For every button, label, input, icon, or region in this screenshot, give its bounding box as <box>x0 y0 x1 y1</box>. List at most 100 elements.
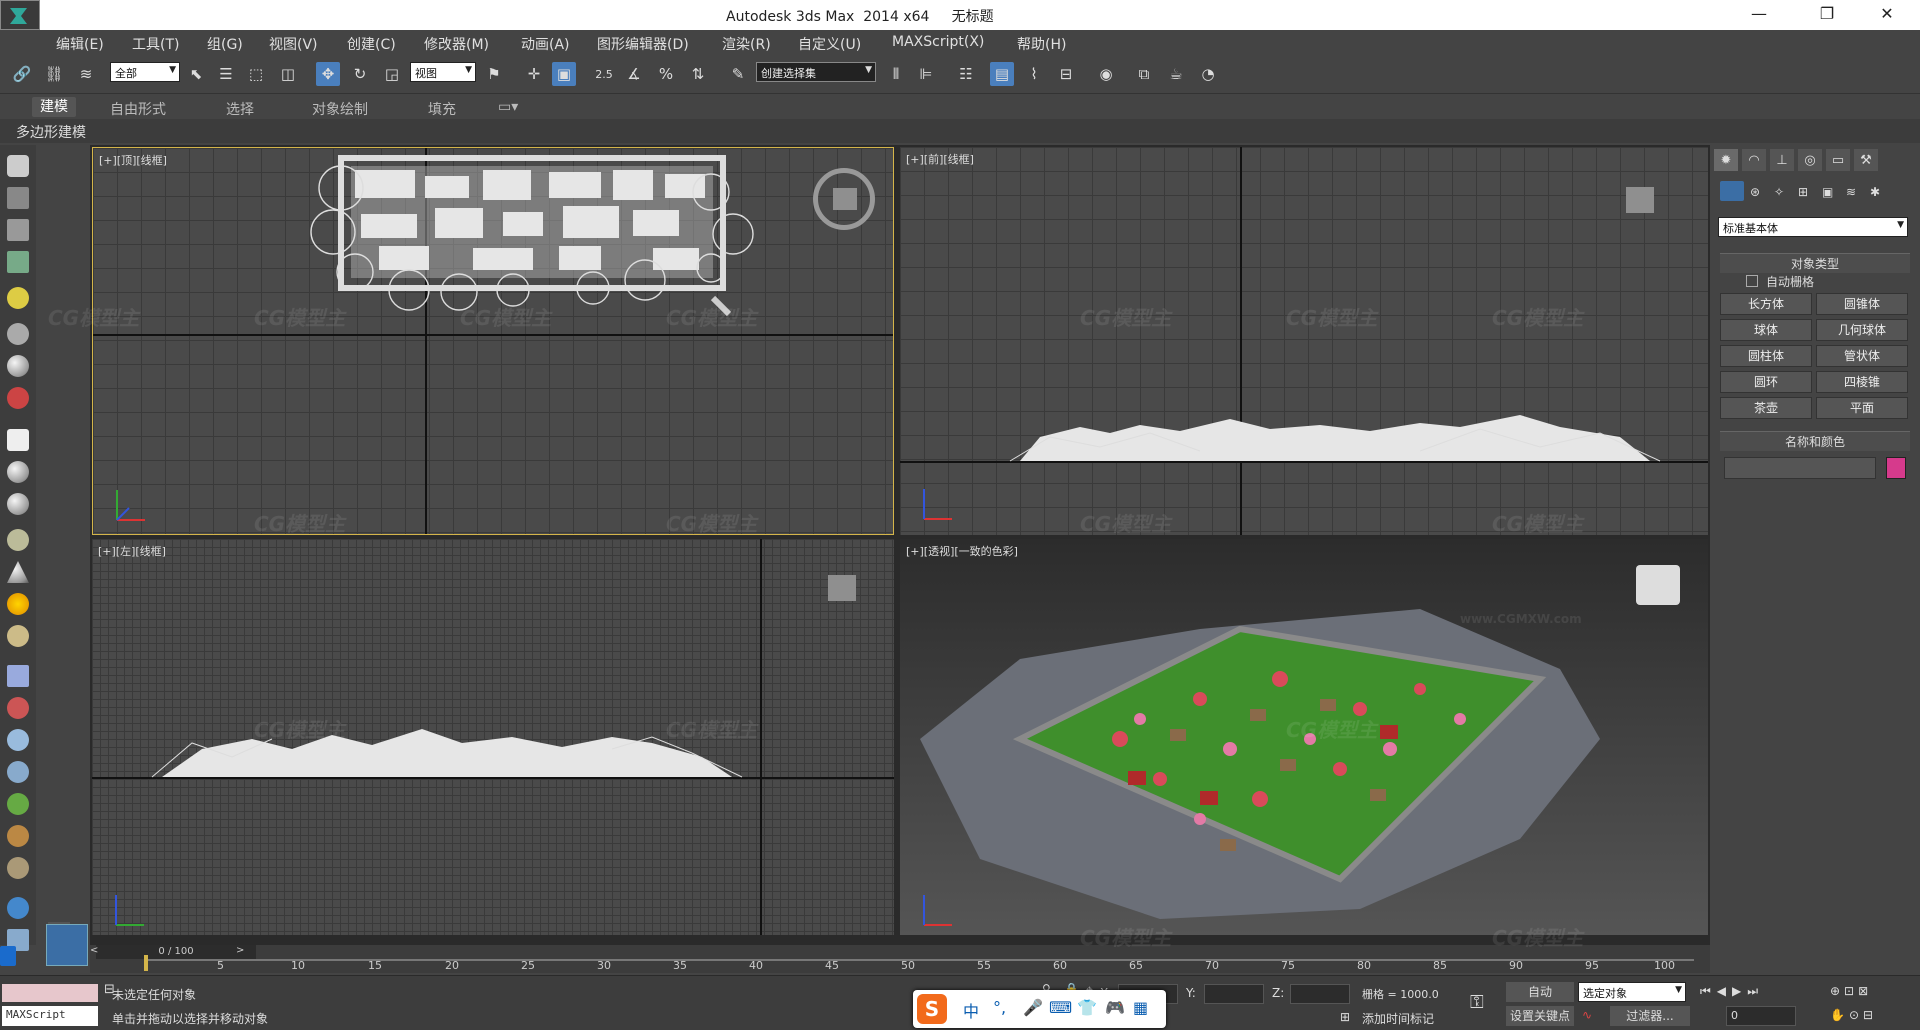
gear-icon[interactable] <box>7 761 29 783</box>
render-frame-icon[interactable] <box>7 187 29 209</box>
navigation-pan-icon[interactable]: ✋⊙⊟ <box>1830 1008 1877 1022</box>
add-time-tag[interactable]: 添加时间标记 <box>1362 1010 1434 1027</box>
ime-punctuation[interactable]: °, <box>993 998 1006 1017</box>
key-mode-icon[interactable]: ∿ <box>1582 1008 1592 1022</box>
reference-coord-select[interactable]: 视图 ▼ <box>410 62 476 82</box>
named-selection-select[interactable]: 创建选择集 ▼ <box>756 62 876 82</box>
ribbon-options-icon[interactable]: ▭▾ <box>498 99 518 115</box>
keyboard-icon[interactable]: ⌨ <box>1049 998 1072 1017</box>
utilities-tab-icon[interactable]: ⚒ <box>1854 149 1878 171</box>
menu-modifiers[interactable]: 修改器(M) <box>424 34 489 54</box>
pyramid-button[interactable]: 四棱锥 <box>1816 371 1908 393</box>
restore-button[interactable]: ❐ <box>1804 0 1850 30</box>
document-icon[interactable] <box>7 219 29 241</box>
material-editor-icon[interactable]: ◉ <box>1094 62 1118 86</box>
pivot-center-icon[interactable]: ⚑ <box>482 62 506 86</box>
teapot-icon[interactable] <box>7 155 29 177</box>
plane-button[interactable]: 平面 <box>1816 397 1908 419</box>
bind-space-warp-icon[interactable]: ≋ <box>74 62 98 86</box>
microphone-icon[interactable]: 🎤 <box>1023 998 1043 1017</box>
menu-view[interactable]: 视图(V) <box>269 34 318 54</box>
link-tool-icon[interactable] <box>7 323 29 345</box>
menu-animation[interactable]: 动画(A) <box>521 34 570 54</box>
key-filter-select[interactable]: 选定对象 ▼ <box>1578 982 1686 1002</box>
ribbon-tab-object-paint[interactable]: 对象绘制 <box>312 99 368 119</box>
modify-tab-icon[interactable]: ◠ <box>1742 149 1766 171</box>
select-manipulate-icon[interactable]: ✛ <box>522 62 546 86</box>
capsule-icon[interactable] <box>7 697 29 719</box>
name-and-color-header[interactable]: 名称和颜色 <box>1720 431 1910 451</box>
time-slider[interactable]: 0 / 100 <box>96 945 256 959</box>
polygon-modeling-label[interactable]: 多边形建模 <box>16 122 86 142</box>
cylinder-button[interactable]: 圆柱体 <box>1720 345 1812 367</box>
helpers-category-icon[interactable]: ▣ <box>1822 185 1833 199</box>
viewport-front[interactable]: [+][前][线框] <box>900 147 1708 535</box>
unlink-icon[interactable]: ⛓ <box>42 62 66 86</box>
snap-toggle-icon[interactable]: 2.5 <box>592 62 616 86</box>
rendered-frame-window-icon[interactable]: ☕ <box>1164 62 1188 86</box>
menu-group[interactable]: 组(G) <box>207 34 243 54</box>
viewport-perspective[interactable]: [+][透视][一致的色彩] <box>900 539 1708 935</box>
cameras-category-icon[interactable]: ⊞ <box>1798 185 1808 199</box>
sphere-tan-icon[interactable] <box>7 625 29 647</box>
z-coordinate-input[interactable] <box>1290 984 1350 1004</box>
viewport-label-left[interactable]: [+][左][线框] <box>98 543 166 559</box>
display-tab-icon[interactable]: ▭ <box>1826 149 1850 171</box>
space-warps-category-icon[interactable]: ≋ <box>1846 185 1856 199</box>
ribbon-tab-populate[interactable]: 填充 <box>428 99 456 119</box>
basket-icon[interactable] <box>7 529 29 551</box>
viewport-label-front[interactable]: [+][前][线框] <box>906 151 974 167</box>
skin-icon[interactable]: 👕 <box>1077 998 1097 1017</box>
select-and-rotate-icon[interactable]: ↻ <box>348 62 372 86</box>
select-by-name-icon[interactable]: ☰ <box>214 62 238 86</box>
plant-icon[interactable] <box>7 793 29 815</box>
window-crossing-icon[interactable]: ◫ <box>276 62 300 86</box>
viewcube-icon[interactable] <box>1636 565 1680 605</box>
ribbon-tab-selection[interactable]: 选择 <box>226 99 254 119</box>
stairs-icon[interactable] <box>7 665 29 687</box>
link-icon[interactable]: 🔗 <box>10 62 34 86</box>
minimize-button[interactable]: — <box>1736 0 1782 30</box>
app-logo-icon[interactable] <box>0 0 40 30</box>
mirror-icon[interactable]: ⫴ <box>884 62 908 86</box>
set-key-icon[interactable]: ⚿ <box>1470 992 1484 1013</box>
spinner-snap-icon[interactable]: ⇅ <box>686 62 710 86</box>
ribbon-toggle-icon[interactable]: ▤ <box>990 62 1014 86</box>
time-slider-prev-icon[interactable]: < <box>90 945 98 956</box>
light-bulb-icon[interactable] <box>7 287 29 309</box>
viewcube-icon[interactable] <box>833 188 857 210</box>
systems-category-icon[interactable]: ✱ <box>1870 185 1880 199</box>
add-time-tag-icon[interactable]: ⊞ <box>1340 1010 1350 1024</box>
cone-icon[interactable] <box>7 561 29 583</box>
object-name-input[interactable] <box>1724 457 1876 479</box>
hair-icon[interactable] <box>7 825 29 847</box>
grid-icon[interactable] <box>7 251 29 273</box>
viewcube-icon[interactable] <box>1626 187 1654 213</box>
layer-manager-icon[interactable]: ☷ <box>954 62 978 86</box>
geometry-icon[interactable] <box>7 729 29 751</box>
playback-controls-icon[interactable]: ⏮◀▶⏭ <box>1700 984 1764 999</box>
menu-maxscript[interactable]: MAXScript(X) <box>892 34 984 50</box>
cone-button[interactable]: 圆锥体 <box>1816 293 1908 315</box>
viewport-layout-icon[interactable] <box>46 924 88 966</box>
set-key-button[interactable]: 设置关键点 <box>1506 1006 1574 1026</box>
viewcube-icon[interactable] <box>828 575 856 601</box>
time-marker[interactable] <box>144 955 148 971</box>
create-tab-icon[interactable]: ✹ <box>1714 149 1738 171</box>
sogou-logo-icon[interactable]: S <box>917 994 947 1024</box>
edit-named-selection-icon[interactable]: ✎ <box>726 62 750 86</box>
schematic-view-icon[interactable]: ⊟ <box>1054 62 1078 86</box>
material-balls-icon[interactable] <box>7 387 29 409</box>
render-production-icon[interactable]: ◔ <box>1196 62 1220 86</box>
angle-snap-icon[interactable]: ∡ <box>622 62 646 86</box>
menu-help[interactable]: 帮助(H) <box>1017 34 1066 54</box>
keyboard-shortcut-toggle-icon[interactable]: ▣ <box>552 62 576 86</box>
sun-icon[interactable] <box>7 593 29 615</box>
object-type-header[interactable]: 对象类型 <box>1720 253 1910 273</box>
globe-icon[interactable] <box>7 897 29 919</box>
selection-filter-select[interactable]: 全部 ▼ <box>110 62 180 82</box>
hemisphere-icon[interactable] <box>7 461 29 483</box>
torus-button[interactable]: 圆环 <box>1720 371 1812 393</box>
viewport-top[interactable]: [+][顶][线框] <box>92 147 894 535</box>
auto-key-button[interactable]: 自动 <box>1506 982 1574 1002</box>
